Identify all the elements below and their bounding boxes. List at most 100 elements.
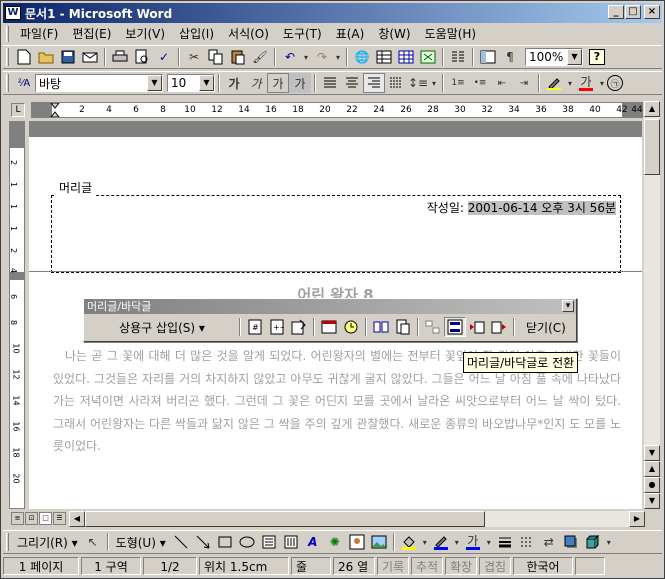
columns-icon[interactable]: [447, 47, 469, 67]
font-color-button[interactable]: 가: [575, 73, 597, 93]
redo-icon[interactable]: ↷: [311, 47, 333, 67]
show-document-text-icon[interactable]: [392, 317, 414, 337]
zoom-select[interactable]: 100% ▼: [525, 48, 583, 66]
char-shading-button[interactable]: 가: [289, 73, 311, 93]
bullets-icon[interactable]: •≡: [469, 73, 491, 93]
open-folder-icon[interactable]: [35, 47, 57, 67]
menu-help[interactable]: 도움말(H): [418, 25, 484, 43]
minimize-button[interactable]: _: [608, 5, 624, 19]
fill-color-chevron-down-icon[interactable]: ▾: [420, 532, 430, 552]
outline-view-icon[interactable]: ☰: [53, 512, 66, 525]
line-spacing-icon[interactable]: ↕≡: [407, 73, 429, 93]
format-page-number-icon[interactable]: [288, 317, 310, 337]
underline-button[interactable]: 가: [267, 73, 289, 93]
vertical-scroll-thumb[interactable]: [644, 119, 660, 175]
line-color-pen-icon[interactable]: [430, 532, 452, 552]
toolbar-grip[interactable]: [6, 533, 9, 551]
font-chevron-down-icon[interactable]: ▼: [147, 75, 162, 91]
font-color-chevron-down-icon[interactable]: ▾: [597, 73, 607, 93]
menu-file[interactable]: 파일(F): [13, 25, 65, 43]
document-map-icon[interactable]: [477, 47, 499, 67]
status-trk[interactable]: 추적: [411, 557, 443, 575]
close-header-footer-button[interactable]: 닫기(C): [526, 319, 566, 336]
web-layout-view-icon[interactable]: ⊡: [25, 512, 38, 525]
insert-table-icon[interactable]: [395, 47, 417, 67]
status-spelling-book-icon[interactable]: [575, 557, 605, 575]
clip-art-icon[interactable]: [346, 532, 368, 552]
select-objects-arrow-icon[interactable]: ↖: [82, 532, 104, 552]
draw-font-color-chevron-down-icon[interactable]: ▾: [484, 532, 494, 552]
redo-dropdown-chevron-down-icon[interactable]: ▾: [333, 47, 343, 67]
insert-time-clock-icon[interactable]: [340, 317, 362, 337]
insert-autotext-button[interactable]: 상용구 삽입(S) ▾: [88, 319, 236, 336]
line-spacing-chevron-down-icon[interactable]: ▾: [429, 73, 439, 93]
fill-color-bucket-icon[interactable]: [398, 532, 420, 552]
close-button[interactable]: ×: [644, 5, 660, 19]
format-painter-icon[interactable]: 🖌: [249, 47, 271, 67]
show-next-icon[interactable]: [488, 317, 510, 337]
vertical-ruler[interactable]: 2 1 1 1 2 4 6 8 10 12 14 16 18 20: [9, 121, 25, 509]
insert-picture-icon[interactable]: [368, 532, 390, 552]
scroll-down-icon[interactable]: ▼: [644, 445, 660, 461]
print-preview-icon[interactable]: [131, 47, 153, 67]
header-region[interactable]: 작성일: 2001-06-14 오후 3시 56분: [51, 195, 621, 273]
distribute-icon[interactable]: [385, 73, 407, 93]
decrease-indent-icon[interactable]: ⇤: [491, 73, 513, 93]
insert-page-number-icon[interactable]: #: [244, 317, 266, 337]
toolbar-grip[interactable]: [6, 48, 9, 66]
numbering-icon[interactable]: 1≡: [447, 73, 469, 93]
scroll-left-icon[interactable]: ◀: [69, 511, 85, 527]
title-bar[interactable]: W 문서1 - Microsoft Word _ □ ×: [3, 3, 662, 23]
line-color-chevron-down-icon[interactable]: ▾: [452, 532, 462, 552]
diagram-icon[interactable]: ✺: [324, 532, 346, 552]
date-field[interactable]: 2001-06-14 오후 3시 56분: [467, 201, 616, 215]
insert-excel-sheet-icon[interactable]: [417, 47, 439, 67]
print-layout-view-icon[interactable]: □: [39, 512, 52, 525]
insert-date-icon[interactable]: [318, 317, 340, 337]
wordart-icon[interactable]: A: [302, 532, 324, 552]
insert-page-count-icon[interactable]: ++: [266, 317, 288, 337]
maximize-button[interactable]: □: [625, 5, 641, 19]
phonetic-guide-icon[interactable]: ㉠: [607, 75, 623, 91]
tables-borders-icon[interactable]: [373, 47, 395, 67]
normal-view-icon[interactable]: ≡: [11, 512, 24, 525]
highlight-pen-icon[interactable]: [543, 73, 565, 93]
previous-page-icon[interactable]: ▲: [644, 461, 660, 477]
vertical-scrollbar[interactable]: ▲ ▼ ▲ ● ▼: [644, 101, 660, 509]
scroll-right-icon[interactable]: ▶: [629, 511, 645, 527]
spelling-check-icon[interactable]: ✓: [153, 47, 175, 67]
undo-dropdown-chevron-down-icon[interactable]: ▾: [301, 47, 311, 67]
toolbar-grip[interactable]: [6, 74, 9, 92]
menu-table[interactable]: 표(A): [329, 25, 372, 43]
indent-marker-icon[interactable]: [50, 103, 60, 117]
font-name-select[interactable]: 바탕 ▼: [35, 74, 163, 92]
horizontal-scroll-thumb[interactable]: [85, 511, 485, 527]
page-setup-icon[interactable]: [370, 317, 392, 337]
cut-scissors-icon[interactable]: ✂: [183, 47, 205, 67]
draw-menu-button[interactable]: 그리기(R) ▾: [13, 534, 82, 551]
arrow-style-icon[interactable]: ⇄: [538, 532, 560, 552]
text-box-icon[interactable]: [258, 532, 280, 552]
vertical-text-box-icon[interactable]: [280, 532, 302, 552]
highlight-chevron-down-icon[interactable]: ▾: [565, 73, 575, 93]
word-doc-icon[interactable]: W: [5, 6, 21, 20]
justify-icon[interactable]: [319, 73, 341, 93]
draw-toolbar-options-chevron-down-icon[interactable]: ▾: [604, 532, 614, 552]
italic-button[interactable]: 가: [245, 73, 267, 93]
print-icon[interactable]: [109, 47, 131, 67]
increase-indent-icon[interactable]: ⇥: [513, 73, 535, 93]
header-date[interactable]: 작성일: 2001-06-14 오후 3시 56분: [427, 199, 616, 216]
zoom-chevron-down-icon[interactable]: ▼: [567, 49, 582, 65]
status-ext[interactable]: 확장: [445, 557, 477, 575]
font-size-select[interactable]: 10 ▼: [167, 74, 215, 92]
oval-tool-icon[interactable]: [236, 532, 258, 552]
menu-insert[interactable]: 삽입(I): [172, 25, 221, 43]
new-document-icon[interactable]: [13, 47, 35, 67]
scroll-up-icon[interactable]: ▲: [644, 101, 660, 117]
menu-tools[interactable]: 도구(T): [276, 25, 329, 43]
help-question-icon[interactable]: ?: [589, 49, 605, 65]
show-hide-pilcrow-icon[interactable]: ¶: [499, 47, 521, 67]
style-icon[interactable]: ²⁄A: [13, 73, 35, 93]
copy-icon[interactable]: [205, 47, 227, 67]
size-chevron-down-icon[interactable]: ▼: [199, 75, 214, 91]
